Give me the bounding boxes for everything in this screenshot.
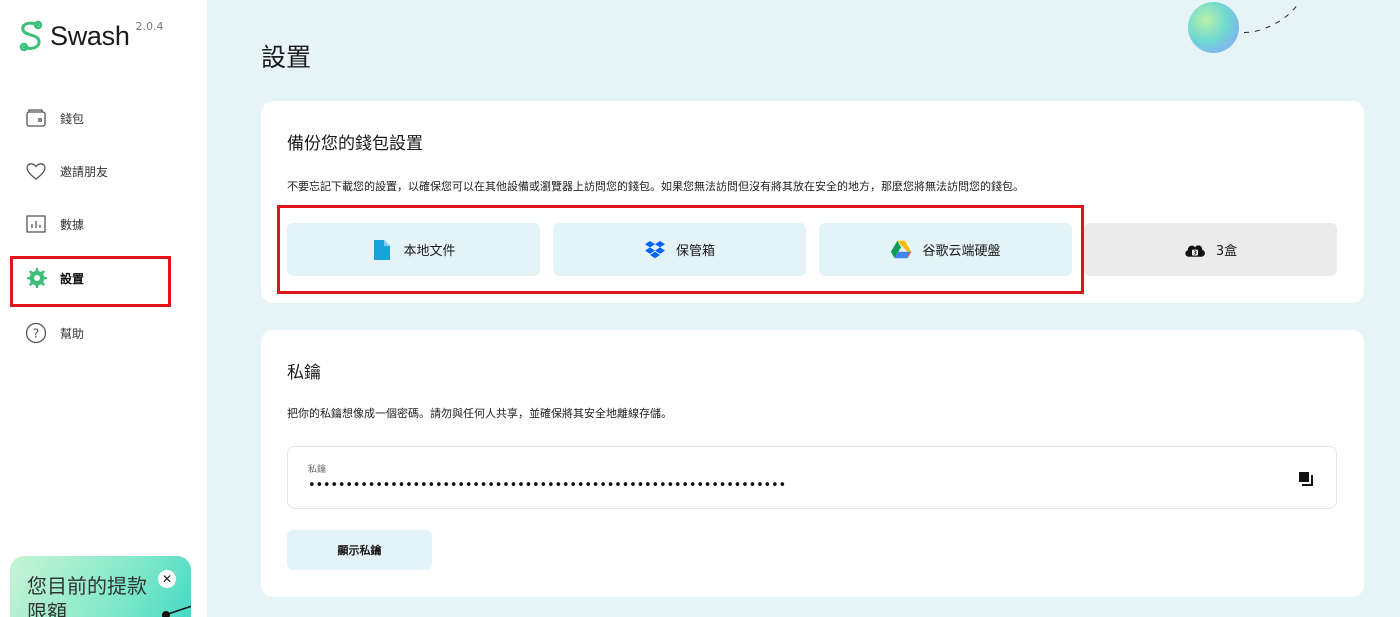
sidebar-item-wallet[interactable]: 錢包 [24, 103, 84, 133]
chart-icon [24, 212, 48, 236]
sidebar-item-invite[interactable]: 邀請朋友 [24, 156, 108, 186]
copy-icon[interactable] [1298, 471, 1314, 487]
sidebar-item-label: 錢包 [60, 111, 85, 126]
option-label: 3盒 [1215, 244, 1238, 259]
promo-text: 您目前的提款限額 [27, 574, 147, 617]
settings-highlight-box [10, 256, 171, 307]
private-key-description: 把你的私鑰想像成一個密碼。請勿與任何人共享，並確保將其安全地離線存儲。 [287, 407, 672, 420]
backup-description: 不要忘記下載您的設置，以確保您可以在其他設備或瀏覽器上訪問您的錢包。如果您無法訪… [287, 180, 1024, 193]
private-key-card: 私鑰 把你的私鑰想像成一個密碼。請勿與任何人共享，並確保將其安全地離線存儲。 私… [261, 330, 1364, 597]
backup-highlight-box [277, 205, 1084, 294]
private-key-title: 私鑰 [287, 363, 321, 383]
wallet-icon [24, 106, 48, 130]
promo-decoration [161, 605, 191, 617]
sidebar-item-label: 邀請朋友 [60, 164, 109, 179]
backup-3box-button[interactable]: 3 3盒 [1084, 223, 1337, 276]
app-logo[interactable]: Swash 2.0.4 [18, 20, 164, 52]
user-avatar[interactable] [1188, 2, 1239, 53]
show-private-key-button[interactable]: 顯示私鑰 [287, 530, 432, 570]
sidebar-item-label: 幫助 [60, 326, 85, 341]
cloud-icon: 3 [1184, 239, 1206, 261]
sidebar-item-data[interactable]: 數據 [24, 209, 84, 239]
help-icon: ? [24, 321, 48, 345]
app-version: 2.0.4 [135, 20, 164, 33]
heart-icon [24, 159, 48, 183]
sidebar-item-help[interactable]: ? 幫助 [24, 318, 84, 348]
sidebar: Swash 2.0.4 錢包 邀請朋友 數據 設置 ? 幫助 您目前的提款限額 … [0, 0, 207, 617]
private-key-field[interactable]: 私鑰 •••••••••••••••••••••••••••••••••••••… [287, 446, 1337, 509]
swash-logo-icon [19, 20, 43, 52]
svg-text:?: ? [33, 327, 39, 341]
page-title: 設置 [261, 43, 312, 72]
private-key-field-label: 私鑰 [308, 465, 327, 475]
withdraw-limit-card[interactable]: 您目前的提款限額 ✕ [10, 556, 191, 617]
sidebar-item-label: 數據 [60, 217, 85, 232]
svg-text:3: 3 [1193, 250, 1197, 256]
backup-title: 備份您的錢包設置 [287, 134, 423, 154]
private-key-value: ••••••••••••••••••••••••••••••••••••••••… [308, 478, 786, 493]
app-name: Swash [50, 21, 130, 51]
close-icon[interactable]: ✕ [158, 570, 176, 588]
